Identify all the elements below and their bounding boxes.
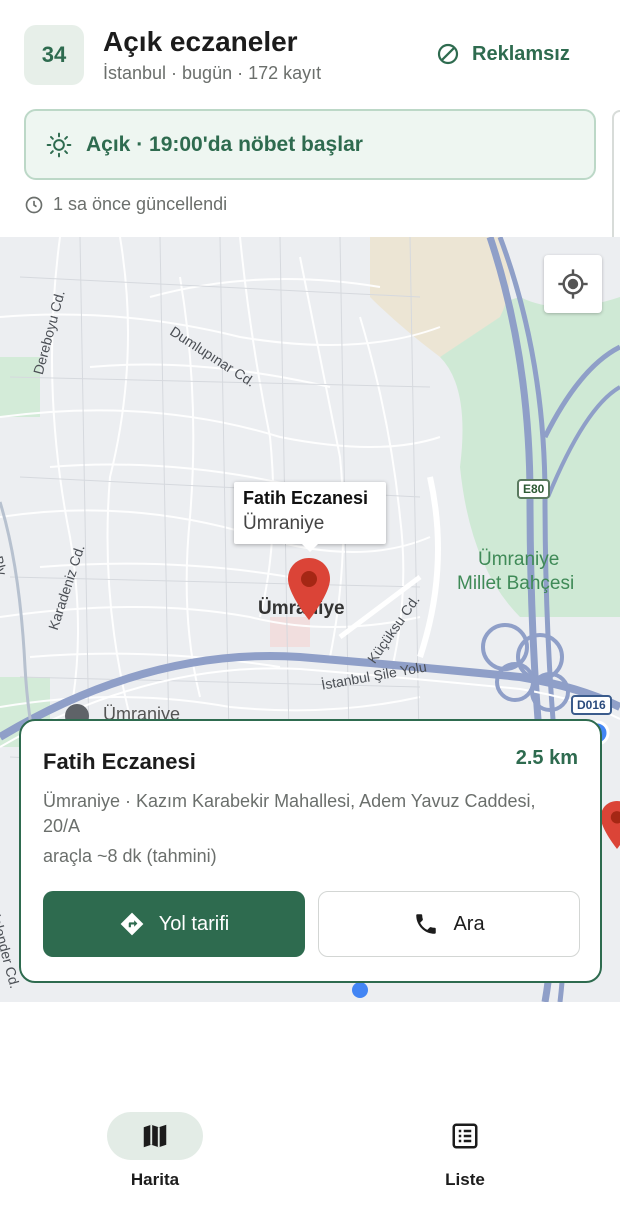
map-label-millet-bahcesi-1: Ümraniye (478, 549, 560, 570)
pharmacy-info-window[interactable]: Fatih Eczanesi Ümraniye (234, 482, 386, 552)
directions-label: Yol tarifi (158, 912, 230, 935)
open-status-text: Açık · 19:00'da nöbet başlar (86, 132, 363, 156)
nav-tab-list-indicator (417, 1112, 513, 1160)
map-pin-icon[interactable] (600, 800, 620, 850)
directions-button[interactable]: Yol tarifi (43, 891, 305, 957)
page-subtitle: İstanbul · bugün · 172 kayıt (103, 63, 322, 83)
block-icon (437, 43, 459, 65)
pharmacy-distance: 2.5 km (515, 747, 578, 769)
pharmacy-eta: araçla ~8 dk (tahmini) (43, 846, 217, 866)
nav-tab-list[interactable]: Liste (385, 1112, 545, 1190)
crosshair-icon (558, 269, 588, 299)
open-status-card: Açık · 19:00'da nöbet başlar (24, 109, 596, 180)
pharmacy-name: Fatih Eczanesi (43, 749, 196, 774)
plate-code-badge: 34 (24, 25, 84, 85)
pharmacy-detail-card[interactable]: Fatih Eczanesi 2.5 km Ümraniye · Kazım K… (19, 719, 602, 983)
phone-icon (416, 914, 437, 934)
my-location-button[interactable] (544, 255, 602, 313)
map-icon (143, 1124, 167, 1148)
nav-tab-list-label: Liste (445, 1170, 485, 1189)
info-window-name: Fatih Eczanesi (243, 488, 369, 508)
call-button[interactable]: Ara (318, 891, 580, 957)
bottom-navigation: Harita Liste (0, 1002, 620, 1207)
directions-icon (120, 912, 144, 936)
sun-icon (46, 132, 72, 157)
highway-shield-e80: E80 (517, 479, 551, 499)
clock-icon (25, 196, 43, 213)
nav-tab-map[interactable]: Harita (75, 1112, 235, 1190)
info-window-area: Ümraniye (243, 513, 325, 534)
ad-free-button[interactable]: Reklamsız (436, 42, 570, 66)
page-title: Açık eczaneler (103, 26, 298, 57)
list-icon (452, 1123, 478, 1149)
nav-tab-map-label: Harita (130, 1170, 180, 1189)
last-updated: 1 sa önce güncellendi (24, 194, 227, 215)
ad-free-label: Reklamsız (472, 42, 570, 65)
last-updated-text: 1 sa önce güncellendi (53, 194, 228, 214)
app-header: 34 Açık eczaneler İstanbul · bugün · 172… (0, 0, 620, 270)
map-label-millet-bahcesi-2: Millet Bahçesi (457, 573, 575, 594)
nav-tab-map-indicator (107, 1112, 203, 1160)
highway-shield-d016: D016 (571, 695, 612, 715)
map-pin-icon[interactable] (287, 558, 331, 620)
pharmacy-address: Ümraniye · Kazım Karabekir Mahallesi, Ad… (43, 791, 536, 836)
call-label: Ara (453, 912, 485, 935)
